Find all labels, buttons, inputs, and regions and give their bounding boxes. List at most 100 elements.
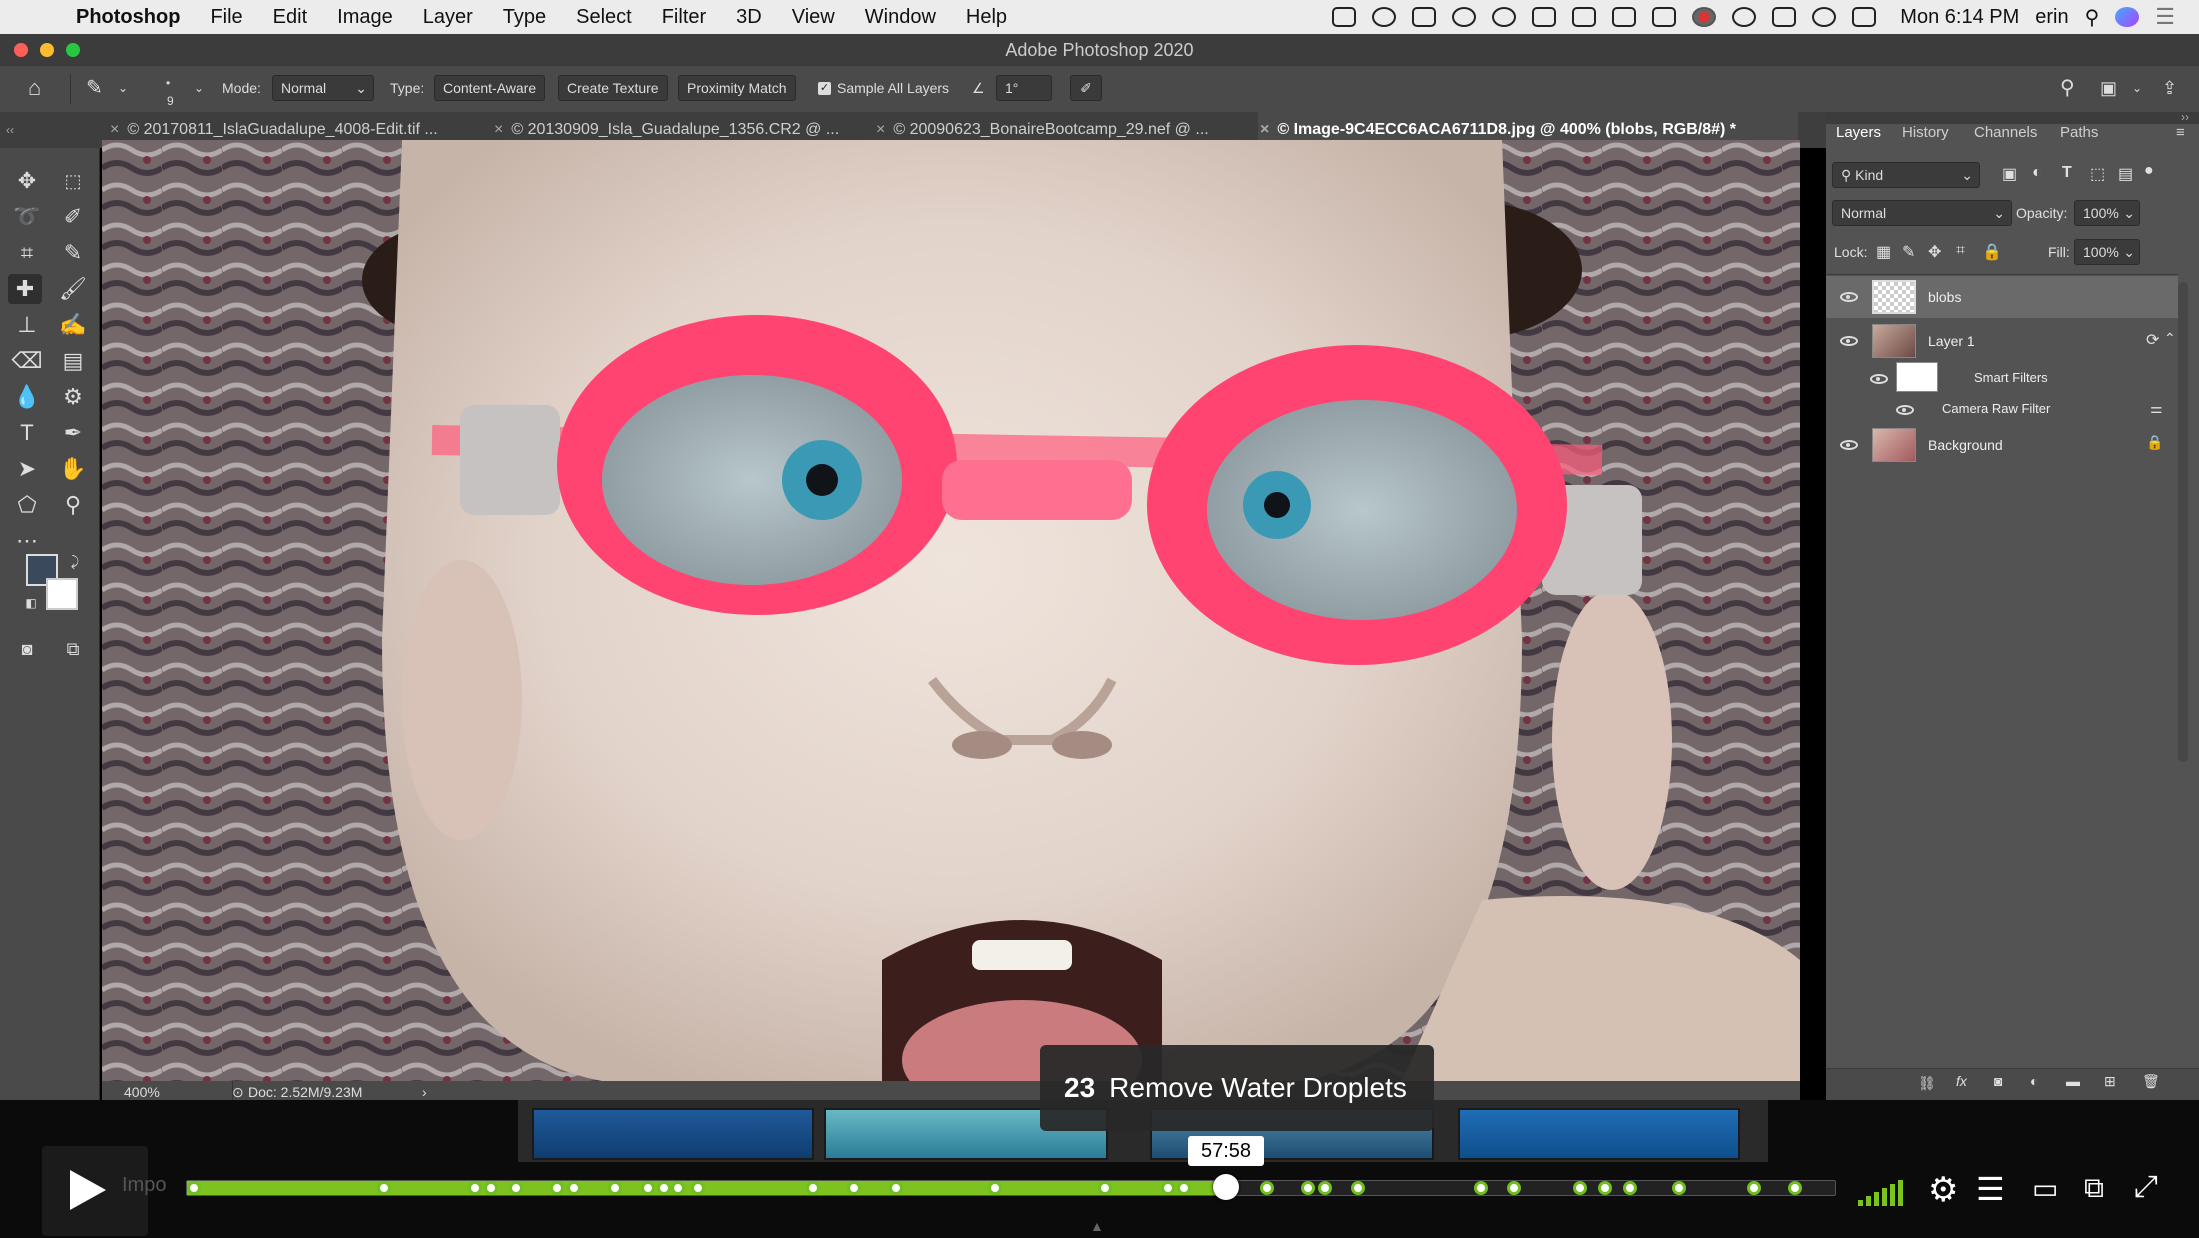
delete-layer-icon[interactable]: 🗑 — [2142, 1073, 2160, 1090]
fill-input[interactable]: 100% ⌄ — [2074, 239, 2140, 265]
close-tab-icon[interactable]: × — [110, 121, 119, 138]
volume-icon[interactable] — [1852, 7, 1877, 27]
filter-smart-object-icon[interactable]: ▤ — [2118, 164, 2133, 184]
chapter-marker[interactable] — [1351, 1181, 1365, 1195]
menu-help[interactable]: Help — [966, 6, 1007, 29]
new-layer-icon[interactable]: ⊞ — [2104, 1073, 2116, 1090]
mode-select[interactable]: Normal ⌄ — [272, 75, 374, 101]
workspace-dropdown-icon[interactable]: ⌄ — [2132, 75, 2142, 101]
lock-transparent-icon[interactable]: ▦ — [1876, 242, 1891, 262]
blend-mode-select[interactable]: Normal ⌄ — [1832, 200, 2012, 226]
panel-handle-icon[interactable]: ▲ — [1090, 1218, 1104, 1234]
visibility-eye-icon[interactable] — [1840, 440, 1858, 450]
chapter-marker[interactable] — [988, 1181, 1002, 1195]
chapter-marker[interactable] — [1507, 1181, 1521, 1195]
path-selection-tool-icon[interactable]: ➤ — [10, 454, 44, 484]
link-layers-icon[interactable]: ⛓ — [1918, 1075, 1936, 1092]
filter-pixel-icon[interactable]: ▣ — [2002, 164, 2017, 184]
eraser-tool-icon[interactable]: ⌫ — [10, 346, 44, 376]
layer-row-background[interactable]: Background 🔒 — [1826, 424, 2178, 466]
visibility-eye-icon[interactable] — [1840, 336, 1858, 346]
progress-track[interactable] — [186, 1180, 1836, 1196]
shape-tool-icon[interactable]: ⬠ — [10, 490, 44, 520]
tray-app-icon[interactable] — [1332, 7, 1357, 27]
tray-record-icon[interactable] — [1692, 7, 1717, 27]
chapter-marker[interactable] — [691, 1181, 705, 1195]
tray-arrow-icon[interactable] — [1652, 7, 1677, 27]
quick-mask-icon[interactable]: ◙ — [10, 634, 44, 664]
filter-options-icon[interactable]: ⚌ — [2150, 400, 2163, 417]
chapters-list-icon[interactable]: ☰ — [1976, 1170, 2005, 1208]
chapter-marker[interactable] — [484, 1181, 498, 1195]
fullscreen-icon[interactable]: ⤢ — [2134, 1170, 2158, 1204]
menu-file[interactable]: File — [210, 6, 242, 29]
brush-dropdown-icon[interactable]: ⌄ — [194, 75, 204, 101]
gradient-tool-icon[interactable]: ▤ — [56, 346, 90, 376]
tab-history[interactable]: History — [1902, 124, 1949, 141]
menubar-user[interactable]: erin — [2035, 6, 2068, 29]
tray-gauge-icon[interactable] — [1372, 7, 1397, 27]
menubar-clock[interactable]: Mon 6:14 PM — [1900, 6, 2019, 29]
close-window-icon[interactable] — [14, 43, 28, 57]
chapter-marker[interactable] — [671, 1181, 685, 1195]
collapse-effects-icon[interactable]: ⌃ — [2164, 330, 2176, 347]
history-brush-tool-icon[interactable]: ✍ — [56, 310, 90, 340]
chapter-marker[interactable] — [1573, 1181, 1587, 1195]
lock-position-icon[interactable]: ✥ — [1928, 242, 1941, 262]
lock-all-icon[interactable]: 🔒 — [1982, 242, 2002, 262]
chapter-marker[interactable] — [1318, 1181, 1332, 1195]
chapter-marker[interactable] — [1301, 1181, 1315, 1195]
chapter-marker[interactable] — [567, 1181, 581, 1195]
layer-name[interactable]: Background — [1928, 437, 2003, 453]
chapter-marker[interactable] — [1474, 1181, 1488, 1195]
dodge-tool-icon[interactable]: ⚙ — [56, 382, 90, 412]
zoom-window-icon[interactable] — [66, 43, 80, 57]
menu-app-name[interactable]: Photoshop — [76, 6, 180, 29]
menu-layer[interactable]: Layer — [423, 6, 473, 29]
chapter-marker[interactable] — [641, 1181, 655, 1195]
chapter-marker[interactable] — [509, 1181, 523, 1195]
filter-shape-icon[interactable]: ⬚ — [2090, 164, 2105, 184]
chapter-marker[interactable] — [1161, 1181, 1175, 1195]
menu-type[interactable]: Type — [503, 6, 546, 29]
visibility-eye-icon[interactable] — [1840, 292, 1858, 302]
filter-toggle-icon[interactable]: ● — [2144, 162, 2154, 180]
eyedropper-tool-icon[interactable]: ✎ — [56, 238, 90, 268]
brush-tool-icon[interactable]: 🖌 — [56, 274, 90, 304]
quick-select-tool-icon[interactable]: ✐ — [56, 202, 90, 232]
screen-mode-icon[interactable]: ⧉ — [56, 634, 90, 664]
pen-tool-icon[interactable]: ✒ — [56, 418, 90, 448]
type-proximity-match-button[interactable]: Proximity Match — [678, 75, 796, 101]
crop-tool-icon[interactable]: ⌗ — [10, 238, 44, 268]
new-group-icon[interactable]: ▬ — [2066, 1073, 2080, 1089]
home-icon[interactable]: ⌂ — [28, 75, 41, 101]
chapter-marker[interactable] — [1177, 1181, 1191, 1195]
share-icon[interactable]: ⇪ — [2162, 75, 2177, 101]
collapse-toolbar-icon[interactable]: ‹‹ — [0, 112, 20, 148]
chapter-marker[interactable] — [187, 1181, 201, 1195]
tab-layers[interactable]: Layers — [1836, 124, 1881, 141]
document-canvas[interactable] — [102, 140, 1800, 1081]
filter-type-icon[interactable]: T — [2062, 164, 2072, 182]
chapter-marker[interactable] — [1747, 1181, 1761, 1195]
chapter-marker[interactable] — [1788, 1181, 1802, 1195]
chapter-marker[interactable] — [806, 1181, 820, 1195]
tray-dropbox-icon[interactable] — [1572, 7, 1597, 27]
tray-1password-icon[interactable] — [1492, 7, 1517, 27]
search-icon[interactable]: ⚲ — [2060, 75, 2075, 101]
move-tool-icon[interactable]: ✥ — [10, 166, 44, 196]
layer-name[interactable]: blobs — [1928, 289, 1961, 305]
chapter-marker[interactable] — [1598, 1181, 1612, 1195]
opacity-input[interactable]: 100% ⌄ — [2074, 200, 2140, 226]
chapter-marker[interactable] — [847, 1181, 861, 1195]
tray-mail-icon[interactable] — [1532, 7, 1557, 27]
menu-select[interactable]: Select — [576, 6, 632, 29]
smart-filters-row[interactable]: Smart Filters — [1826, 360, 2178, 396]
zoom-tool-icon[interactable]: ⚲ — [56, 490, 90, 520]
menu-window[interactable]: Window — [865, 6, 936, 29]
clone-stamp-tool-icon[interactable]: ⊥ — [10, 310, 44, 340]
visibility-eye-icon[interactable] — [1896, 405, 1914, 415]
settings-gear-icon[interactable]: ⚙ — [1928, 1170, 1958, 1210]
airplay-icon[interactable] — [1772, 7, 1797, 27]
hand-tool-icon[interactable]: ✋ — [56, 454, 90, 484]
